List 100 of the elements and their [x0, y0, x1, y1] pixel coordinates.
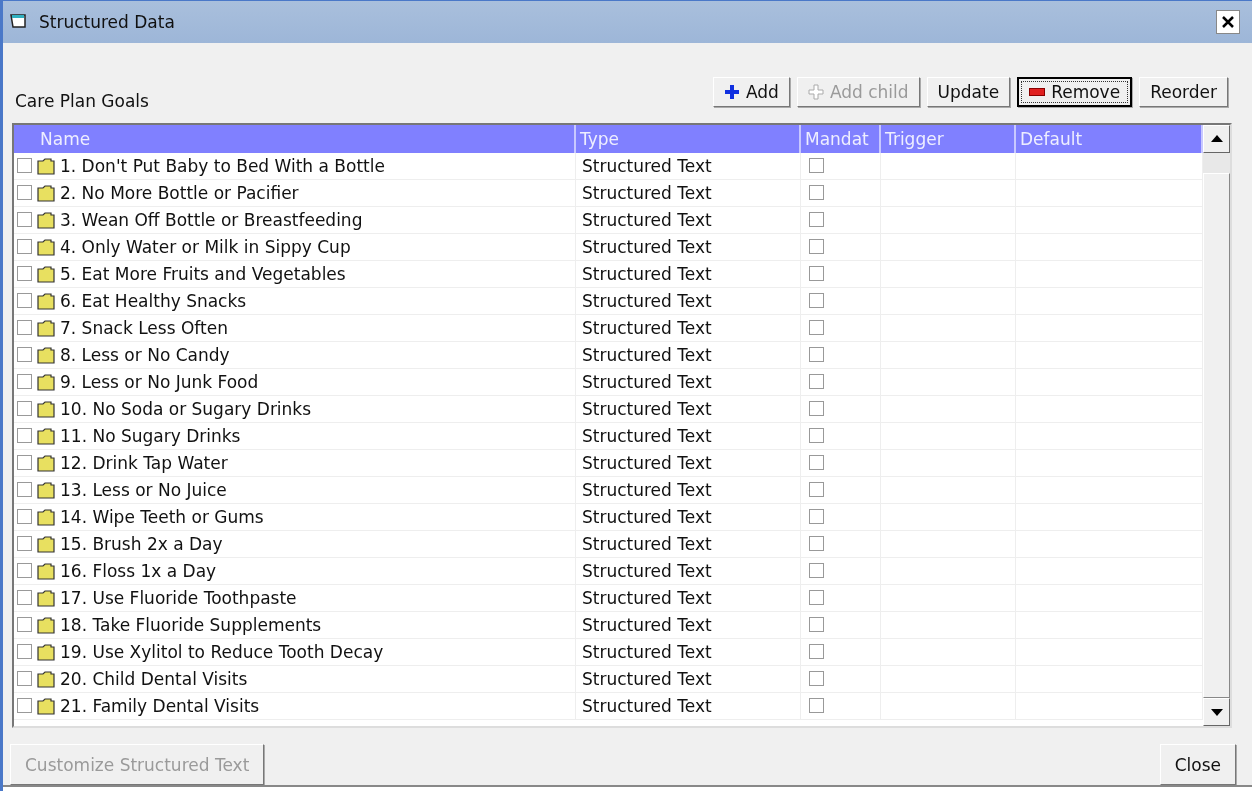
goal-name: 19. Use Xylitol to Reduce Tooth Decay [60, 641, 384, 662]
name-cell[interactable]: 5. Eat More Fruits and Vegetables [14, 260, 576, 287]
type-cell: Structured Text [576, 152, 801, 179]
mandatory-checkbox[interactable] [809, 671, 824, 687]
name-cell[interactable]: 1. Don't Put Baby to Bed With a Bottle [14, 152, 576, 179]
row-checkbox[interactable] [17, 374, 32, 390]
footer-button[interactable]: Close [1159, 744, 1236, 785]
row-checkbox[interactable] [17, 671, 32, 687]
mandatory-checkbox[interactable] [809, 212, 824, 228]
type-cell: Structured Text [576, 368, 801, 395]
folder-icon [36, 344, 56, 365]
row-checkbox[interactable] [17, 158, 32, 174]
row-checkbox[interactable] [17, 347, 32, 363]
folder-icon [36, 614, 56, 635]
mandatory-checkbox[interactable] [809, 509, 824, 525]
name-cell[interactable]: 21. Family Dental Visits [14, 692, 576, 719]
row-checkbox[interactable] [17, 455, 32, 471]
name-cell[interactable]: 17. Use Fluoride Toothpaste [14, 584, 576, 611]
name-cell[interactable]: 9. Less or No Junk Food [14, 368, 576, 395]
mandatory-checkbox[interactable] [809, 563, 824, 579]
name-cell[interactable]: 18. Take Fluoride Supplements [14, 611, 576, 638]
mandatory-checkbox[interactable] [809, 401, 824, 417]
mandatory-checkbox[interactable] [809, 320, 824, 336]
type-cell: Structured Text [576, 341, 801, 368]
row-checkbox[interactable] [17, 563, 32, 579]
folder-icon [36, 695, 56, 716]
type-cell: Structured Text [576, 476, 801, 503]
name-cell[interactable]: 15. Brush 2x a Day [14, 530, 576, 557]
mandatory-checkbox[interactable] [809, 266, 824, 282]
name-cell[interactable]: 4. Only Water or Milk in Sippy Cup [14, 233, 576, 260]
row-checkbox[interactable] [17, 428, 32, 444]
row-checkbox[interactable] [17, 698, 32, 714]
type-cell: Structured Text [576, 611, 801, 638]
type-cell: Structured Text [576, 449, 801, 476]
name-cell[interactable]: 13. Less or No Juice [14, 476, 576, 503]
row-checkbox[interactable] [17, 617, 32, 633]
folder-icon [36, 641, 56, 662]
mandatory-checkbox[interactable] [809, 617, 824, 633]
row-checkbox[interactable] [17, 536, 32, 552]
toolbar-button[interactable]: Update [926, 76, 1011, 107]
mandatory-checkbox[interactable] [809, 374, 824, 390]
name-cell[interactable]: 14. Wipe Teeth or Gums [14, 503, 576, 530]
row-checkbox[interactable] [17, 212, 32, 228]
goal-name: 21. Family Dental Visits [60, 695, 260, 716]
row-checkbox[interactable] [17, 509, 32, 525]
type-cell: Structured Text [576, 287, 801, 314]
minus-icon [1029, 87, 1046, 96]
row-checkbox[interactable] [17, 266, 32, 282]
goal-name: 16. Floss 1x a Day [60, 560, 217, 581]
name-cell[interactable]: 16. Floss 1x a Day [14, 557, 576, 584]
row-checkbox[interactable] [17, 239, 32, 255]
mandatory-checkbox[interactable] [809, 482, 824, 498]
mandatory-checkbox[interactable] [809, 455, 824, 471]
mandatory-checkbox[interactable] [809, 239, 824, 255]
row-checkbox[interactable] [17, 590, 32, 606]
toolbar-button[interactable]: Remove [1017, 76, 1133, 107]
mandatory-checkbox[interactable] [809, 158, 824, 174]
plus-icon [807, 83, 824, 100]
name-cell[interactable]: 10. No Soda or Sugary Drinks [14, 395, 576, 422]
name-cell[interactable]: 3. Wean Off Bottle or Breastfeeding [14, 206, 576, 233]
name-cell[interactable]: 8. Less or No Candy [14, 341, 576, 368]
name-cell[interactable]: 6. Eat Healthy Snacks [14, 287, 576, 314]
mandatory-checkbox[interactable] [809, 644, 824, 660]
name-cell[interactable]: 7. Snack Less Often [14, 314, 576, 341]
mandatory-checkbox[interactable] [809, 185, 824, 201]
row-checkbox[interactable] [17, 185, 32, 201]
folder-icon [36, 182, 56, 203]
goal-name: 3. Wean Off Bottle or Breastfeeding [60, 209, 363, 230]
scroll-up-button[interactable] [1203, 124, 1230, 153]
scroll-down-button[interactable] [1203, 698, 1230, 726]
row-checkbox[interactable] [17, 482, 32, 498]
goal-name: 11. No Sugary Drinks [60, 425, 241, 446]
close-button[interactable] [1216, 9, 1240, 34]
folder-icon [36, 533, 56, 554]
type-cell: Structured Text [576, 206, 801, 233]
name-cell[interactable]: 12. Drink Tap Water [14, 449, 576, 476]
mandatory-checkbox[interactable] [809, 698, 824, 714]
toolbar-button[interactable]: Reorder [1139, 76, 1228, 107]
name-cell[interactable]: 11. No Sugary Drinks [14, 422, 576, 449]
mandatory-checkbox[interactable] [809, 590, 824, 606]
name-cell[interactable]: 19. Use Xylitol to Reduce Tooth Decay [14, 638, 576, 665]
window-title: Structured Data [39, 11, 176, 32]
row-checkbox[interactable] [17, 644, 32, 660]
goal-name: 18. Take Fluoride Supplements [60, 614, 322, 635]
mandatory-checkbox[interactable] [809, 293, 824, 309]
name-cell[interactable]: 20. Child Dental Visits [14, 665, 576, 692]
toolbar-button[interactable]: Add [712, 76, 790, 107]
row-checkbox[interactable] [17, 401, 32, 417]
folder-icon [36, 263, 56, 284]
mandatory-checkbox[interactable] [809, 536, 824, 552]
goal-name: 7. Snack Less Often [60, 317, 228, 338]
goal-name: 13. Less or No Juice [60, 479, 227, 500]
mandatory-checkbox[interactable] [809, 347, 824, 363]
close-icon [1221, 14, 1235, 29]
name-cell[interactable]: 2. No More Bottle or Pacifier [14, 179, 576, 206]
folder-icon [36, 155, 56, 176]
folder-icon [36, 452, 56, 473]
row-checkbox[interactable] [17, 293, 32, 309]
row-checkbox[interactable] [17, 320, 32, 336]
mandatory-checkbox[interactable] [809, 428, 824, 444]
